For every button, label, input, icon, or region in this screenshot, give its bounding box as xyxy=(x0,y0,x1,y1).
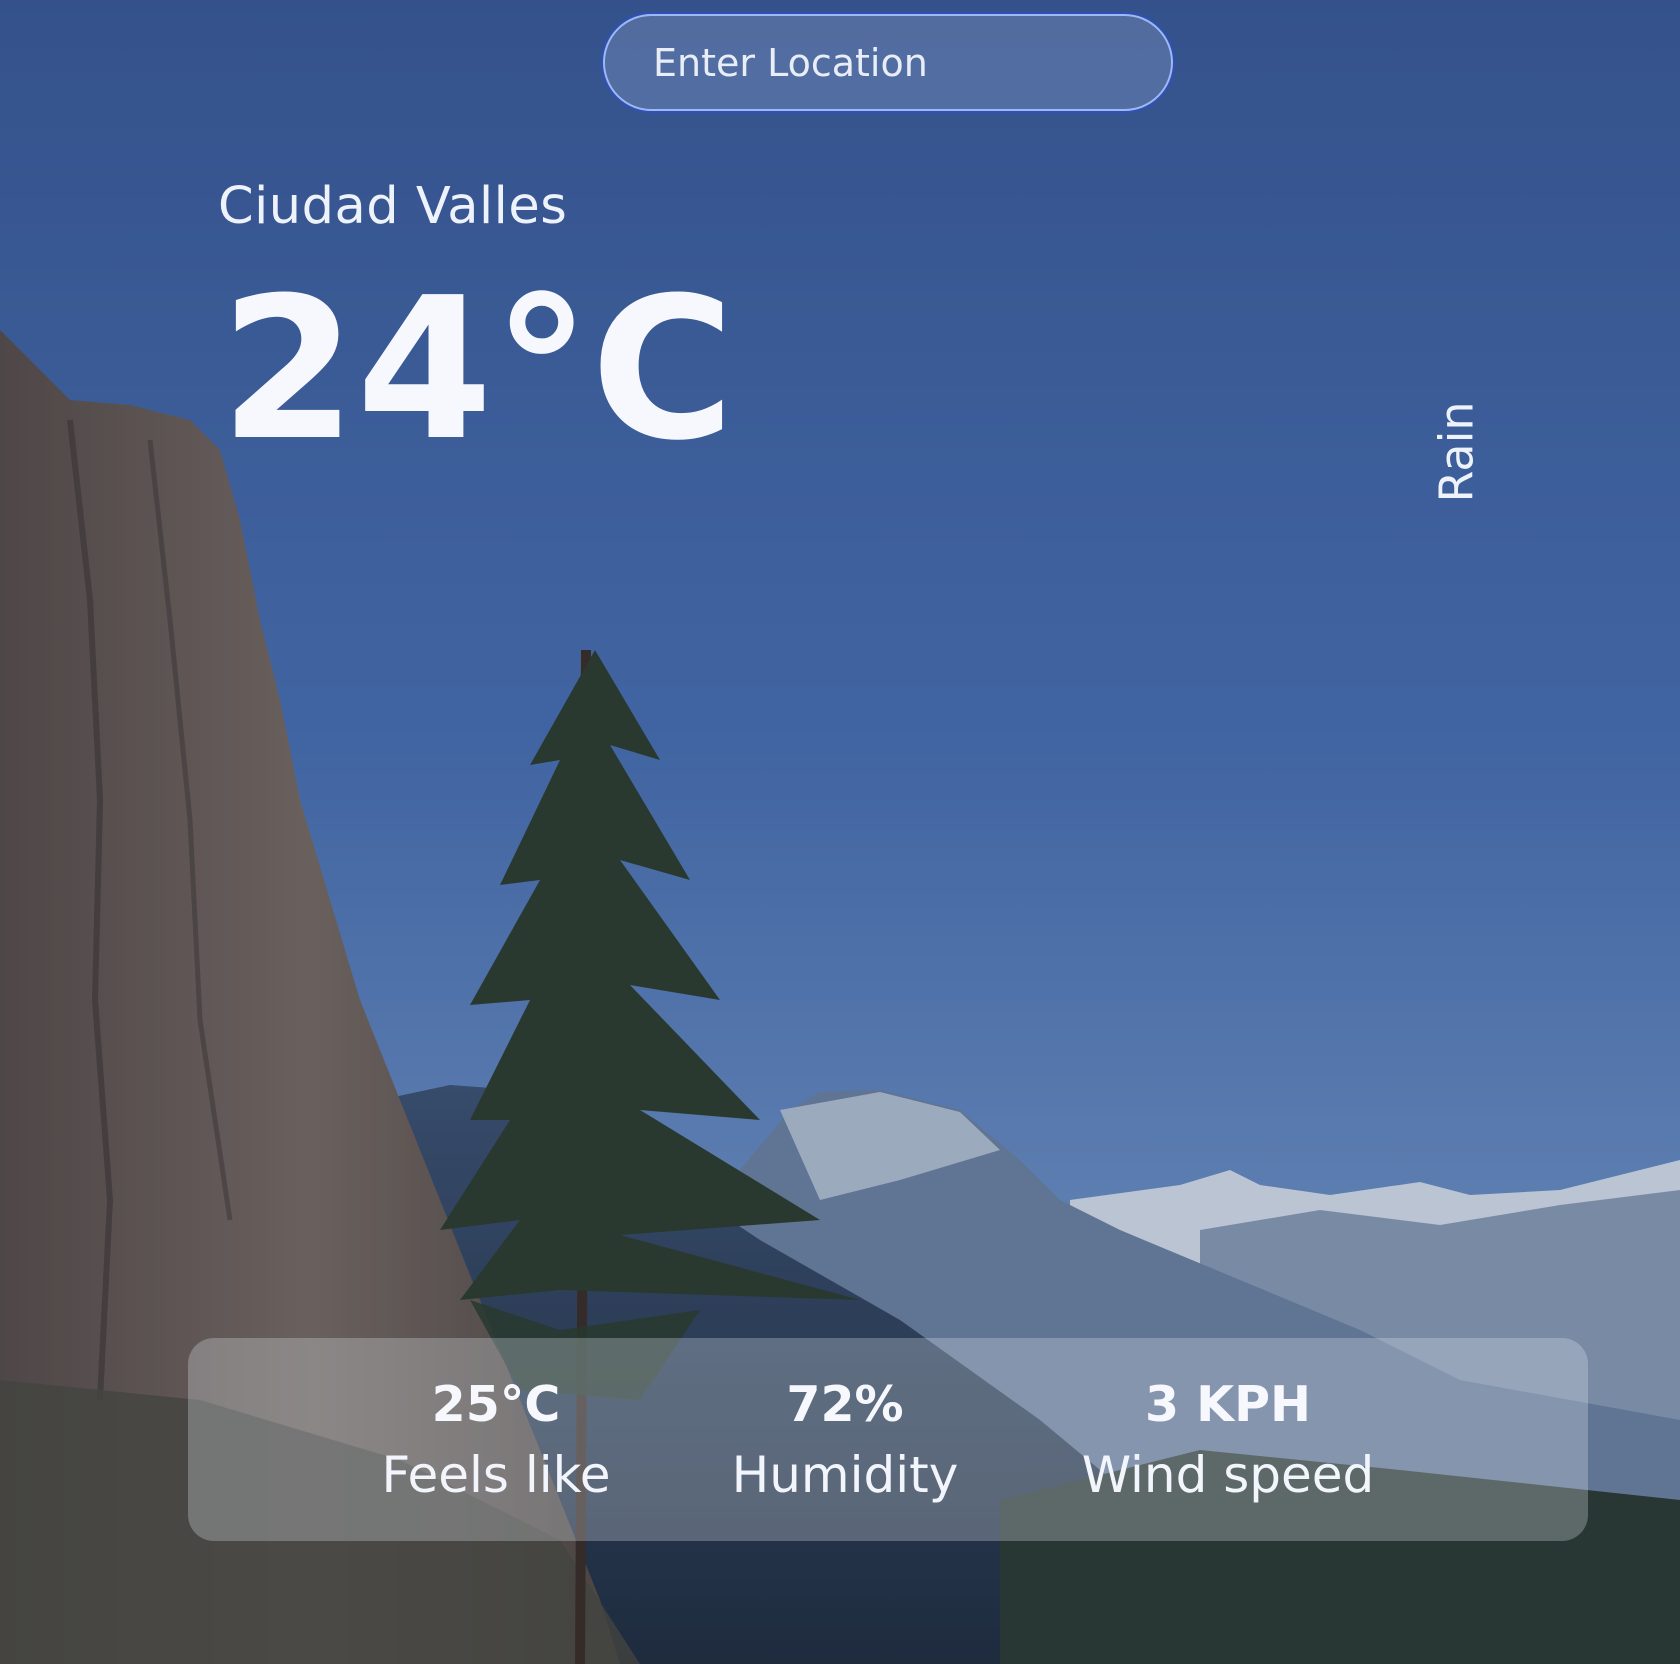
weather-condition: Rain xyxy=(1407,396,1507,508)
humidity-label: Humidity xyxy=(731,1446,959,1504)
weather-stats-panel: 25°C Feels like 72% Humidity 3 KPH Wind … xyxy=(188,1338,1588,1541)
current-temperature: 24°C xyxy=(220,256,735,484)
location-search[interactable] xyxy=(603,14,1173,111)
stat-humidity: 72% Humidity xyxy=(695,1338,995,1541)
humidity-value: 72% xyxy=(786,1376,904,1433)
feels-like-label: Feels like xyxy=(381,1446,611,1504)
wind-speed-label: Wind speed xyxy=(1081,1446,1375,1504)
city-name: Ciudad Valles xyxy=(218,177,568,236)
location-search-input[interactable] xyxy=(603,14,1173,111)
wind-speed-value: 3 KPH xyxy=(1144,1376,1312,1433)
feels-like-value: 25°C xyxy=(431,1376,561,1433)
weather-condition-label: Rain xyxy=(1430,401,1485,503)
stat-wind-speed: 3 KPH Wind speed xyxy=(1038,1338,1418,1541)
stat-feels-like: 25°C Feels like xyxy=(346,1338,646,1541)
